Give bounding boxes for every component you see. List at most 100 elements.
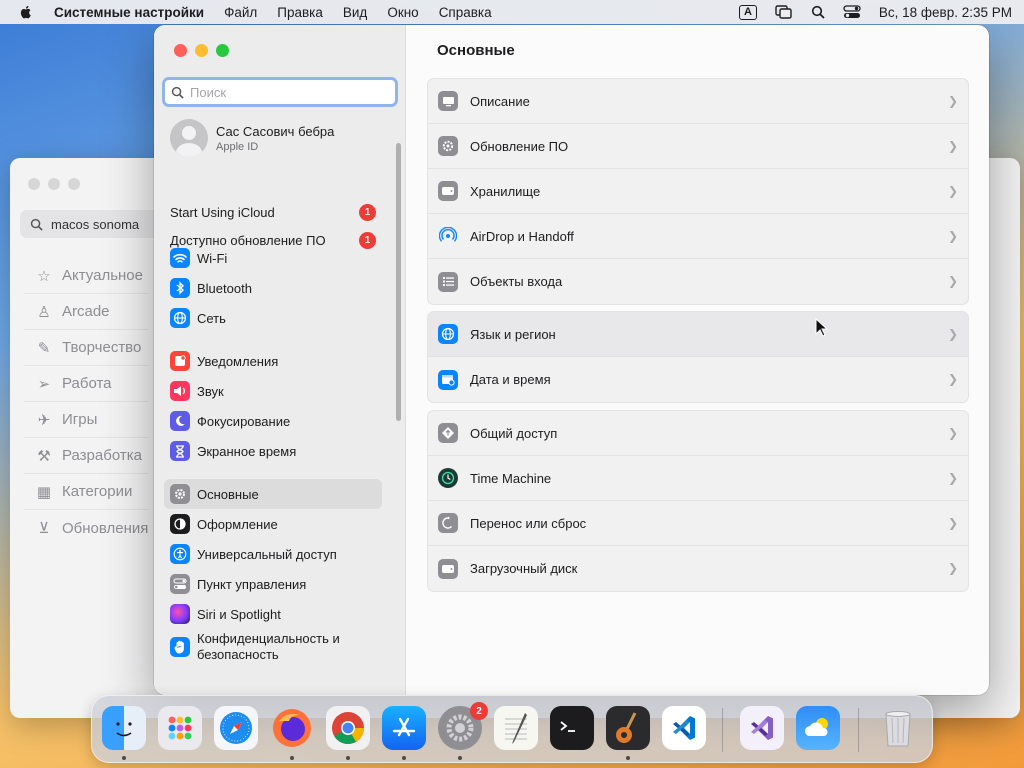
sidebar-item-focus[interactable]: Фокусирование: [164, 406, 382, 436]
row-login-items[interactable]: Объекты входа ❯: [428, 259, 968, 304]
notice-icloud[interactable]: Start Using iCloud 1: [170, 204, 376, 221]
menu-bar: Системные настройки Файл Правка Вид Окно…: [0, 0, 1024, 24]
garageband-icon[interactable]: [606, 706, 650, 750]
menu-window[interactable]: Окно: [387, 5, 418, 20]
minimize-button[interactable]: [195, 44, 208, 57]
system-settings-window[interactable]: Сас Сасович бебра Apple ID Start Using i…: [154, 25, 989, 695]
firefox-icon[interactable]: [270, 706, 314, 750]
control-center-icon[interactable]: [843, 5, 861, 19]
download-icon: ⊻: [38, 520, 50, 537]
settings-content-pane: Основные Описание ❯ Обновление ПО ❯ Хран…: [407, 25, 989, 695]
sidebar-item-general[interactable]: Основные: [164, 479, 382, 509]
speaker-icon: [170, 381, 190, 401]
sidebar-item-wifi[interactable]: Wi‑Fi: [164, 243, 382, 273]
finder-icon[interactable]: [102, 706, 146, 750]
bg-nav-play[interactable]: ✈ Игры: [24, 402, 149, 438]
textedit-icon[interactable]: [494, 706, 538, 750]
dock-separator: [858, 708, 859, 752]
sidebar-item-sound[interactable]: Звук: [164, 376, 382, 406]
safari-icon[interactable]: [214, 706, 258, 750]
bg-nav-updates[interactable]: ⊻ Обновления: [24, 510, 149, 546]
chevron-right-icon: ❯: [947, 184, 958, 198]
row-about[interactable]: Описание ❯: [428, 79, 968, 124]
sidebar-item-network[interactable]: Сеть: [164, 303, 382, 333]
menu-help[interactable]: Справка: [439, 5, 492, 20]
bg-nav-work[interactable]: ➢ Работа: [24, 366, 149, 402]
zoom-button[interactable]: [216, 44, 229, 57]
time-machine-icon: [438, 468, 458, 488]
bg-nav-categories[interactable]: ▦ Категории: [24, 474, 149, 510]
paperplane-icon: ➢: [37, 375, 51, 393]
row-storage[interactable]: Хранилище ❯: [428, 169, 968, 214]
dock: 2: [91, 695, 933, 763]
dock-separator: [722, 708, 723, 752]
row-time-machine[interactable]: Time Machine ❯: [428, 456, 968, 501]
chevron-right-icon: ❯: [947, 94, 958, 108]
dock-badge: 2: [470, 702, 488, 720]
row-software-update[interactable]: Обновление ПО ❯: [428, 124, 968, 169]
bg-nav-arcade[interactable]: ♙ Arcade: [24, 294, 149, 330]
sidebar-group-general: Основные Оформление Универсальный доступ…: [164, 479, 382, 665]
visual-studio-icon[interactable]: [740, 706, 784, 750]
sidebar-item-control-center[interactable]: Пункт управления: [164, 569, 382, 599]
notification-badge: 1: [359, 204, 376, 221]
background-window-controls: [28, 178, 88, 190]
hard-drive-icon: [438, 181, 458, 201]
menu-edit[interactable]: Правка: [277, 5, 323, 20]
sidebar-item-bluetooth[interactable]: Bluetooth: [164, 273, 382, 303]
bg-nav-develop[interactable]: ⚒ Разработка: [24, 438, 149, 474]
close-button[interactable]: [174, 44, 187, 57]
vscode-icon[interactable]: [662, 706, 706, 750]
app-store-icon[interactable]: [382, 706, 426, 750]
input-source-indicator[interactable]: A: [738, 4, 757, 20]
spotlight-search-icon[interactable]: [811, 5, 825, 19]
running-indicator: [122, 756, 126, 760]
trash-icon[interactable]: [876, 706, 920, 750]
globe-icon: [170, 308, 190, 328]
stage-manager-icon[interactable]: [775, 5, 793, 19]
sidebar-item-siri-spotlight[interactable]: Siri и Spotlight: [164, 599, 382, 629]
row-sharing[interactable]: Общий доступ ❯: [428, 411, 968, 456]
row-airdrop-handoff[interactable]: AirDrop и Handoff ❯: [428, 214, 968, 259]
sidebar-scrollbar[interactable]: [396, 143, 401, 421]
chevron-right-icon: ❯: [947, 139, 958, 153]
bg-minimize-button[interactable]: [48, 178, 60, 190]
row-startup-disk[interactable]: Загрузочный диск ❯: [428, 546, 968, 591]
launchpad-icon[interactable]: [158, 706, 202, 750]
bg-search-field[interactable]: macos sonoma: [20, 210, 160, 238]
bg-close-button[interactable]: [28, 178, 40, 190]
bluetooth-icon: [170, 278, 190, 298]
wifi-icon: [170, 248, 190, 268]
globe-icon: [438, 324, 458, 344]
brush-icon: ✎: [37, 339, 51, 357]
menu-view[interactable]: Вид: [343, 5, 367, 20]
sidebar-item-accessibility[interactable]: Универсальный доступ: [164, 539, 382, 569]
menubar-clock[interactable]: Вс, 18 февр. 2:35 PM: [879, 5, 1012, 20]
bg-nav-create[interactable]: ✎ Творчество: [24, 330, 149, 366]
bg-sidebar-nav: ☆ Актуальное ♙ Arcade ✎ Творчество ➢ Работа …: [24, 258, 149, 546]
chevron-right-icon: ❯: [947, 274, 958, 288]
sidebar-item-notifications[interactable]: Уведомления: [164, 346, 382, 376]
search-input[interactable]: [190, 84, 380, 100]
chevron-right-icon: ❯: [947, 561, 958, 575]
apple-menu-icon[interactable]: [18, 4, 34, 20]
grid-icon: ▦: [36, 483, 52, 501]
row-transfer-reset[interactable]: Перенос или сброс ❯: [428, 501, 968, 546]
apple-id-account[interactable]: Сас Сасович бебра Apple ID: [170, 119, 334, 157]
hard-drive-icon: [438, 558, 458, 579]
sidebar-item-privacy-security[interactable]: Конфиденциальность и безопасность: [164, 629, 382, 665]
weather-icon[interactable]: [796, 706, 840, 750]
sidebar-item-appearance[interactable]: Оформление: [164, 509, 382, 539]
bg-nav-discover[interactable]: ☆ Актуальное: [24, 258, 149, 294]
account-name: Сас Сасович бебра: [216, 123, 335, 139]
bg-zoom-button[interactable]: [68, 178, 80, 190]
chrome-icon[interactable]: [326, 706, 370, 750]
app-name-menu[interactable]: Системные настройки: [54, 5, 204, 20]
appearance-icon: [170, 514, 190, 534]
search-icon: [171, 86, 184, 99]
row-language-region[interactable]: Язык и регион ❯: [428, 312, 968, 357]
row-date-time[interactable]: Дата и время ❯: [428, 357, 968, 402]
menu-file[interactable]: Файл: [224, 5, 257, 20]
terminal-icon[interactable]: [550, 706, 594, 750]
sidebar-item-screen-time[interactable]: Экранное время: [164, 436, 382, 466]
